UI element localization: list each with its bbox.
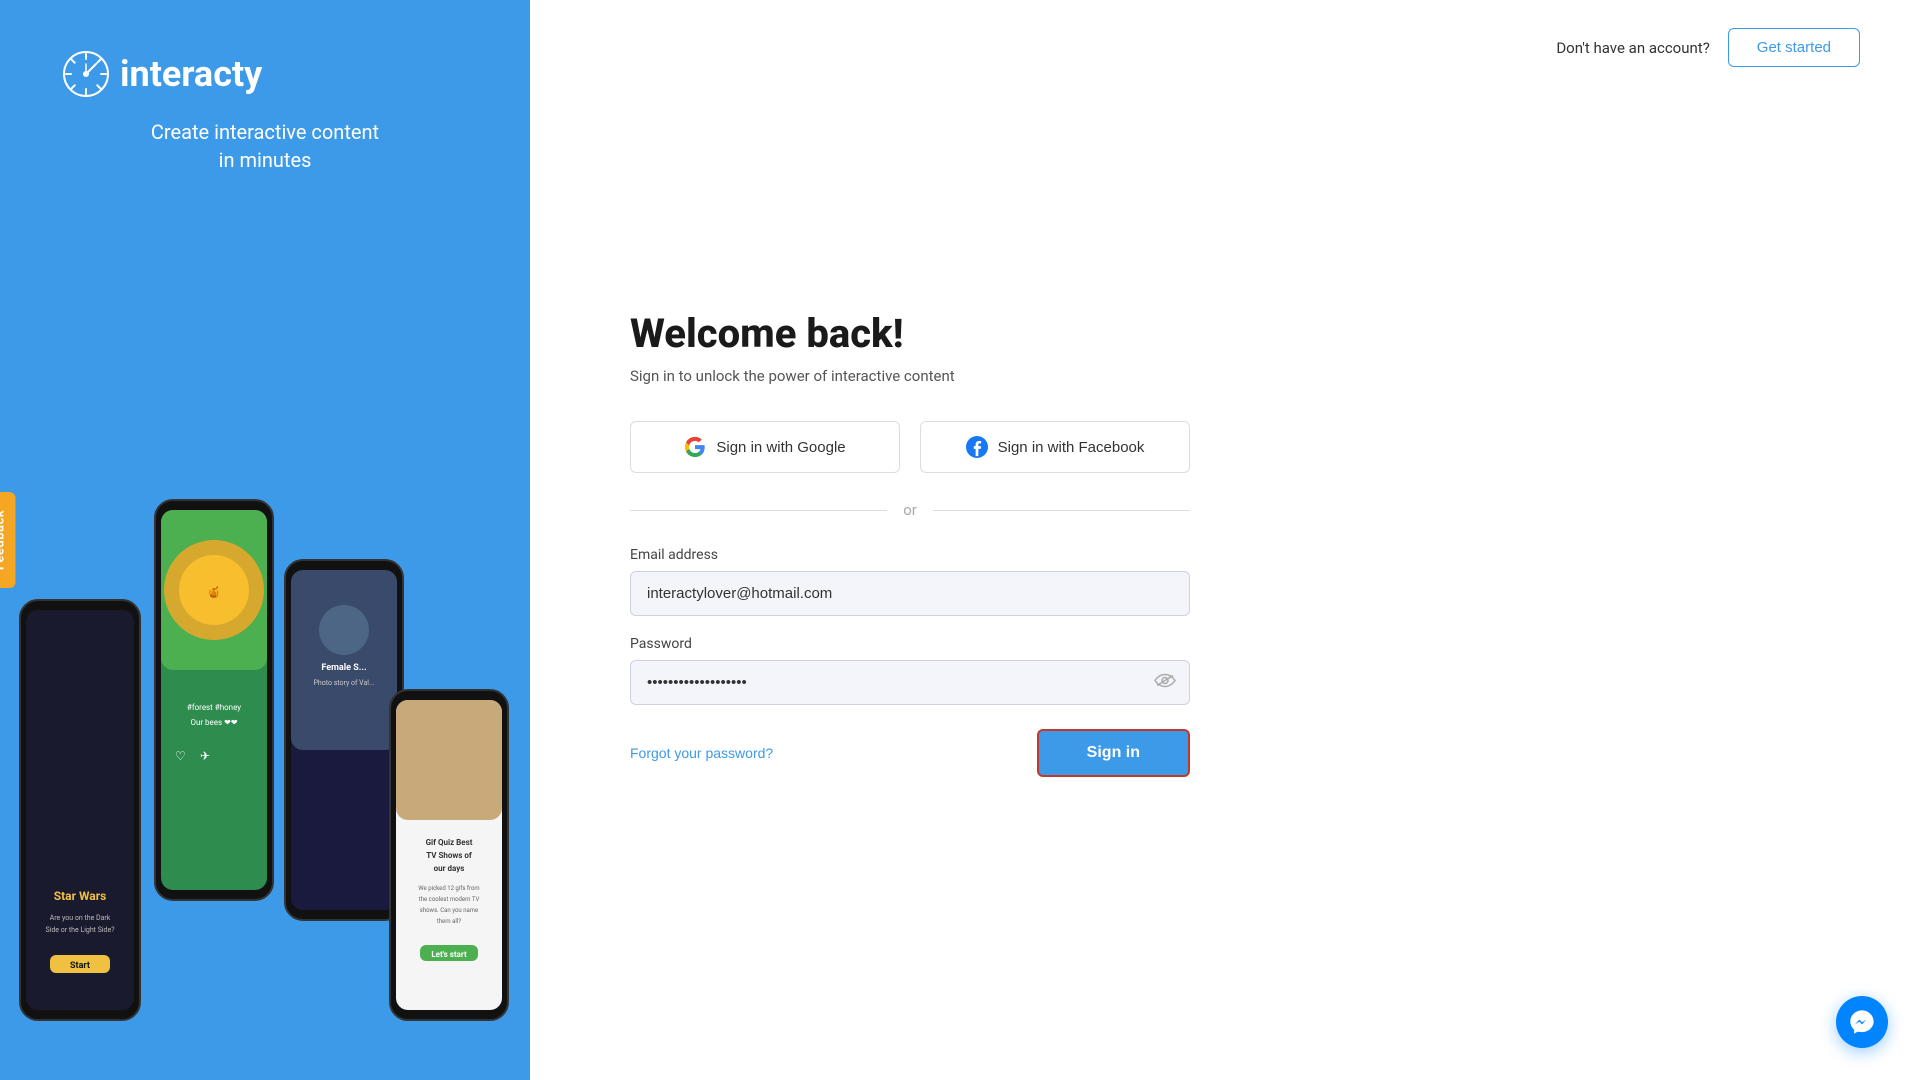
google-icon	[684, 436, 706, 458]
sign-in-button[interactable]: Sign in	[1037, 729, 1190, 777]
or-text: or	[903, 501, 917, 519]
sign-in-google-button[interactable]: Sign in with Google	[630, 421, 900, 473]
email-input[interactable]	[630, 571, 1190, 616]
welcome-title: Welcome back!	[630, 310, 1190, 357]
or-divider: or	[630, 501, 1190, 519]
svg-text:Our bees ❤❤: Our bees ❤❤	[190, 718, 237, 727]
forgot-password-button[interactable]: Forgot your password?	[630, 745, 773, 761]
email-field-group: Email address	[630, 547, 1190, 636]
right-panel: Don't have an account? Get started Welco…	[530, 0, 1920, 1080]
svg-text:Gif Quiz Best: Gif Quiz Best	[426, 838, 473, 847]
svg-text:✈: ✈	[200, 749, 210, 763]
no-account-text: Don't have an account?	[1556, 39, 1709, 57]
sign-in-form-container: Welcome back! Sign in to unlock the powe…	[530, 67, 1390, 1080]
phones-svg: Star Wars Are you on the Dark Side or th…	[0, 380, 530, 1080]
sign-in-facebook-button[interactable]: Sign in with Facebook	[920, 421, 1190, 473]
svg-text:them all?: them all?	[437, 918, 461, 925]
form-actions: Forgot your password? Sign in	[630, 729, 1190, 777]
welcome-subtitle: Sign in to unlock the power of interacti…	[630, 367, 1190, 385]
password-label: Password	[630, 636, 1190, 652]
password-wrapper	[630, 660, 1190, 705]
feedback-tab[interactable]: Feedback	[0, 492, 16, 588]
logo-text: interacty	[120, 53, 262, 95]
svg-text:Are you on the Dark: Are you on the Dark	[50, 914, 111, 922]
tagline: Create interactive content in minutes	[101, 118, 429, 174]
logo-area: interacty	[0, 48, 262, 100]
svg-text:TV Shows of: TV Shows of	[426, 851, 472, 860]
svg-text:#forest #honey: #forest #honey	[187, 703, 241, 712]
password-input[interactable]	[630, 660, 1190, 705]
left-panel: interacty Create interactive content in …	[0, 0, 530, 1080]
google-btn-label: Sign in with Google	[716, 439, 845, 456]
facebook-btn-label: Sign in with Facebook	[998, 439, 1145, 456]
svg-text:We picked 12 gifs from: We picked 12 gifs from	[418, 885, 479, 892]
svg-text:♡: ♡	[175, 749, 186, 763]
svg-text:our days: our days	[434, 864, 465, 873]
svg-text:Female S...: Female S...	[321, 663, 366, 673]
password-field-group: Password	[630, 636, 1190, 705]
messenger-icon	[1848, 1008, 1876, 1036]
get-started-button[interactable]: Get started	[1728, 28, 1860, 67]
svg-text:Side or the Light Side?: Side or the Light Side?	[45, 926, 115, 934]
messenger-bubble[interactable]	[1836, 996, 1888, 1048]
svg-text:Star Wars: Star Wars	[54, 889, 107, 903]
logo-icon	[60, 48, 112, 100]
facebook-icon	[966, 436, 988, 458]
phones-illustration: Star Wars Are you on the Dark Side or th…	[0, 200, 530, 1080]
svg-text:Let's start: Let's start	[431, 950, 467, 959]
email-label: Email address	[630, 547, 1190, 563]
divider-line-right	[933, 510, 1190, 511]
svg-text:🍯: 🍯	[207, 586, 221, 599]
svg-text:the coolest modern TV: the coolest modern TV	[419, 896, 480, 903]
svg-text:shows. Can you name: shows. Can you name	[420, 907, 479, 914]
svg-text:Start: Start	[70, 961, 90, 971]
header: Don't have an account? Get started	[530, 0, 1920, 67]
svg-text:Photo story of Val...: Photo story of Val...	[313, 679, 374, 687]
divider-line-left	[630, 510, 887, 511]
social-buttons: Sign in with Google Sign in with Faceboo…	[630, 421, 1190, 473]
toggle-password-icon[interactable]	[1154, 672, 1176, 693]
